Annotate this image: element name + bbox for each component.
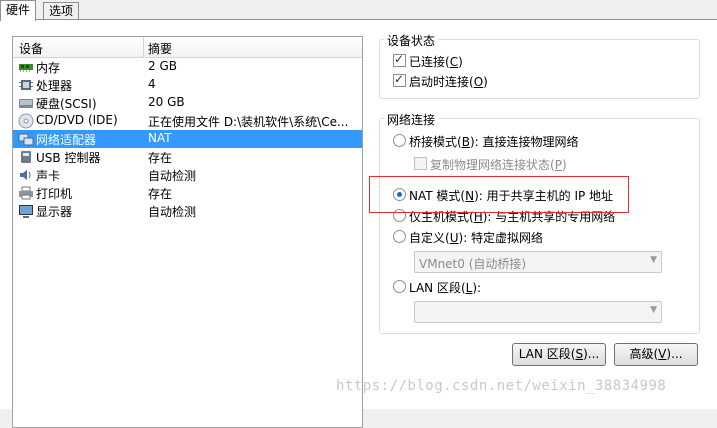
connect-at-power-on-label[interactable]: 启动时连接(O) [409,73,488,90]
hardware-panel: 设备 摘要 内存 2 GB 处理器 4 硬盘(SCSI) 20 GB CD/DV… [0,20,717,428]
cd-dvd-icon [18,113,34,129]
device-row-printer[interactable]: 打印机 存在 [13,184,362,202]
network-adapter-icon [18,133,34,146]
printer-icon [19,186,33,200]
device-row-cd-dvd[interactable]: CD/DVD (IDE) 正在使用文件 D:\装机软件\系统\Ce... [13,112,362,130]
connect-at-power-on-checkbox[interactable] [393,72,406,87]
device-name: CD/DVD (IDE) [36,113,118,127]
device-summary: NAT [148,131,172,145]
custom-network-select[interactable]: VMnet0 (自动桥接) ▼ [414,251,662,273]
device-row-memory[interactable]: 内存 2 GB [13,58,362,76]
advanced-button[interactable]: 高级(V)... [614,343,698,366]
custom-network-value: VMnet0 (自动桥接) [419,257,527,271]
connected-label[interactable]: 已连接(C) [409,53,463,70]
device-summary: 4 [148,77,156,91]
device-name: 硬盘(SCSI) [36,97,97,111]
usb-icon [21,151,31,163]
chevron-down-icon: ▼ [650,255,657,265]
highlight-annotation [369,176,629,213]
custom-radio[interactable] [393,230,406,243]
device-summary: 自动检测 [148,205,197,219]
connected-checkbox[interactable] [393,52,406,67]
device-row-sound-card[interactable]: 声卡 自动检测 [13,166,362,184]
lan-segment-label[interactable]: LAN 区段(L): [409,279,481,296]
processor-icon [19,80,33,90]
watermark-text: https://blog.csdn.net/weixin_38834998 [336,378,667,394]
device-name: 声卡 [36,169,61,183]
tab-options-label: 选项 [49,4,74,18]
replicate-state-checkbox[interactable] [414,157,427,170]
memory-icon [19,64,33,72]
device-status-title: 设备状态 [384,32,439,49]
device-row-usb-controller[interactable]: USB 控制器 存在 [13,148,362,166]
device-name: 内存 [36,61,61,75]
network-connection-title: 网络连接 [384,111,439,128]
device-summary: 存在 [148,187,173,201]
device-list[interactable]: 设备 摘要 内存 2 GB 处理器 4 硬盘(SCSI) 20 GB CD/DV… [12,36,363,428]
custom-label[interactable]: 自定义(U): 特定虚拟网络 [409,229,543,246]
tab-strip: 选项 硬件 [0,0,717,21]
device-summary: 2 GB [148,59,177,73]
device-summary: 正在使用文件 D:\装机软件\系统\Ce... [148,115,349,129]
column-header-summary[interactable]: 摘要 [148,40,172,57]
device-summary: 自动检测 [148,169,197,183]
device-summary: 20 GB [148,95,185,109]
device-row-network-adapter[interactable]: 网络适配器 NAT [13,130,362,148]
lan-segment-radio[interactable] [393,280,406,293]
device-row-processor[interactable]: 处理器 4 [13,76,362,94]
bridged-radio[interactable] [393,134,406,147]
lan-segments-button[interactable]: LAN 区段(S)... [512,343,606,366]
tab-hardware[interactable]: 硬件 [0,0,37,21]
hard-disk-icon [19,99,33,108]
sound-card-icon [20,170,31,180]
device-name: 显示器 [36,205,73,219]
device-name: 打印机 [36,187,73,201]
tab-options[interactable]: 选项 [43,2,80,20]
device-name: 网络适配器 [36,133,97,147]
tab-hardware-label: 硬件 [6,3,31,17]
chevron-down-icon: ▼ [650,305,657,315]
bridged-label[interactable]: 桥接模式(B): 直接连接物理网络 [409,133,578,150]
device-name: 处理器 [36,79,73,93]
device-summary: 存在 [148,151,173,165]
device-row-hard-disk[interactable]: 硬盘(SCSI) 20 GB [13,94,362,112]
lan-segment-select[interactable]: ▼ [414,301,662,323]
column-header-device[interactable]: 设备 [19,40,43,57]
replicate-state-label[interactable]: 复制物理网络连接状态(P) [430,156,567,173]
display-icon [19,205,33,218]
device-name: USB 控制器 [36,151,101,165]
device-row-display[interactable]: 显示器 自动检测 [13,202,362,220]
device-list-header: 设备 摘要 [13,37,362,58]
